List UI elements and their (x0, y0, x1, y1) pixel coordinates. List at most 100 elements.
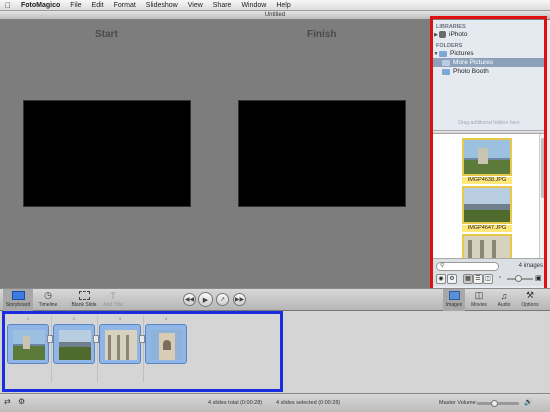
slides-selected: 4 slides selected (0:00:28) (276, 400, 341, 406)
options-tab[interactable]: ⚒ Options (517, 289, 543, 312)
slider-knob[interactable] (515, 275, 522, 282)
text-title-icon: T (110, 290, 116, 301)
slide-thumbnail (13, 330, 45, 360)
tools-icon[interactable]: ⚙ (18, 397, 25, 406)
timeline-button[interactable]: ◷ Timeline (35, 289, 61, 312)
thumbnail-item[interactable] (462, 234, 512, 258)
menu-window[interactable]: Window (236, 2, 271, 9)
music-note-icon: ♫ (500, 290, 508, 301)
images-tab[interactable]: Images (443, 289, 465, 312)
start-label: Start (95, 29, 118, 40)
menu-share[interactable]: Share (208, 2, 237, 9)
drag-folders-hint: Drag additional folders here (458, 120, 520, 126)
slide-item[interactable] (99, 324, 141, 364)
storyboard-icon (3, 289, 33, 302)
thumbnail-item[interactable]: IMGP4647.JPG (462, 186, 512, 232)
media-browser: LIBRARIES ▶ iPhoto FOLDERS ▼ Pictures Mo… (430, 20, 550, 288)
library-item-iphoto[interactable]: ▶ iPhoto (433, 30, 545, 39)
thumbnail-image (462, 138, 512, 176)
rewind-button[interactable]: ◀◀ (183, 293, 196, 306)
slide-item[interactable] (7, 324, 49, 364)
folder-label: Photo Booth (453, 68, 489, 75)
list-view-icon[interactable]: ☰ (473, 274, 483, 284)
source-list: LIBRARIES ▶ iPhoto FOLDERS ▼ Pictures Mo… (433, 20, 545, 130)
folder-item-pictures[interactable]: ▼ Pictures (433, 49, 545, 58)
finish-label: Finish (307, 29, 337, 40)
thumbnail-size-slider[interactable] (507, 275, 533, 282)
folder-item-photo-booth[interactable]: Photo Booth (433, 67, 545, 76)
clock-icon: ◷ (44, 290, 52, 300)
menu-app[interactable]: FotoMagico (16, 2, 65, 9)
menu-slideshow[interactable]: Slideshow (141, 2, 183, 9)
menu-help[interactable]: Help (271, 2, 295, 9)
storyboard-slot: 1 (6, 316, 52, 382)
storyboard-area: 1 2 3 4 (0, 311, 550, 393)
storyboard-slot: 3 (98, 316, 144, 382)
slides-total: 4 slides total (0:00:28) (208, 400, 263, 406)
storyboard-slot: 4 (144, 316, 190, 382)
slide-number: 1 (26, 316, 30, 321)
slide-item[interactable] (53, 324, 95, 364)
action-icon[interactable]: ⚙ (447, 274, 457, 284)
options-label: Options (521, 302, 539, 308)
library-item-label: iPhoto (449, 31, 468, 38)
start-canvas[interactable] (23, 100, 191, 207)
images-label: Images (445, 302, 463, 308)
apple-icon[interactable]:  (0, 1, 16, 10)
thumbnail-caption: IMGP4638.JPG (462, 177, 512, 184)
thumbnail-grid: IMGP4638.JPG IMGP4647.JPG (433, 134, 545, 258)
play-button[interactable]: ▶ (198, 292, 213, 307)
menu-view[interactable]: View (183, 2, 208, 9)
thumbnail-caption: IMGP4647.JPG (462, 225, 512, 232)
image-count: 4 images (518, 263, 543, 269)
blank-slide-button[interactable]: Blank Slide (67, 289, 101, 312)
large-size-icon: ▣ (535, 275, 542, 282)
fast-forward-button[interactable]: ▶▶ (233, 293, 246, 306)
search-icon: ⚲ (440, 263, 445, 269)
thumbnail-item[interactable]: IMGP4638.JPG (462, 138, 512, 184)
audio-tab[interactable]: ♫ Audio (493, 289, 515, 312)
blank-slide-label: Blank Slide (71, 302, 97, 308)
window-title: Untitled (0, 11, 550, 20)
thumbnail-scrollbar[interactable] (539, 134, 545, 258)
folder-icon (442, 68, 450, 75)
folder-item-more-pictures[interactable]: More Pictures (433, 58, 545, 67)
slide-thumbnail (151, 330, 183, 360)
rewind-icon: ◀◀ (184, 297, 195, 303)
master-volume-slider[interactable] (477, 400, 519, 407)
folder-icon (442, 59, 450, 66)
scrollbar-knob[interactable] (541, 138, 545, 198)
menu-format[interactable]: Format (109, 2, 141, 9)
menu-edit[interactable]: Edit (87, 2, 109, 9)
main-toolbar: Storyboard ◷ Timeline Blank Slide T Add … (0, 288, 550, 312)
folder-label: Pictures (450, 50, 474, 57)
storyboard-button[interactable]: Storyboard (3, 289, 33, 312)
volume-knob[interactable] (491, 400, 498, 407)
menu-file[interactable]: File (65, 2, 86, 9)
slide-number: 2 (72, 316, 76, 321)
add-title-button[interactable]: T Add Title (101, 289, 125, 312)
grid-view-icon[interactable]: ▦ (463, 274, 473, 284)
search-field[interactable]: ⚲ (436, 262, 499, 271)
finish-canvas[interactable] (238, 100, 406, 207)
storyboard-slot: 2 (52, 316, 98, 382)
movies-tab[interactable]: ◫ Movies (467, 289, 491, 312)
loop-icon[interactable]: ⇄ (4, 397, 11, 406)
share-button[interactable]: ↗ (216, 293, 229, 306)
detail-view-icon[interactable]: ◫ (483, 274, 493, 284)
timeline-label: Timeline (38, 302, 58, 308)
folder-icon (439, 50, 447, 57)
thumbnail-image (462, 234, 512, 258)
thumbnail-image (462, 186, 512, 224)
slide-item[interactable] (145, 324, 187, 364)
master-volume-label: Master Volume: (439, 400, 478, 406)
menu-bar:  FotoMagico File Edit Format Slideshow … (0, 0, 550, 11)
share-icon: ↗ (219, 297, 226, 303)
slide-number: 3 (118, 316, 122, 321)
stage-area: Start Finish (0, 20, 430, 288)
movies-label: Movies (471, 302, 487, 308)
audio-label: Audio (497, 302, 511, 308)
wrench-icon: ⚒ (525, 290, 535, 300)
film-icon: ◫ (474, 290, 484, 300)
preview-eye-icon[interactable]: ◉ (436, 274, 446, 284)
